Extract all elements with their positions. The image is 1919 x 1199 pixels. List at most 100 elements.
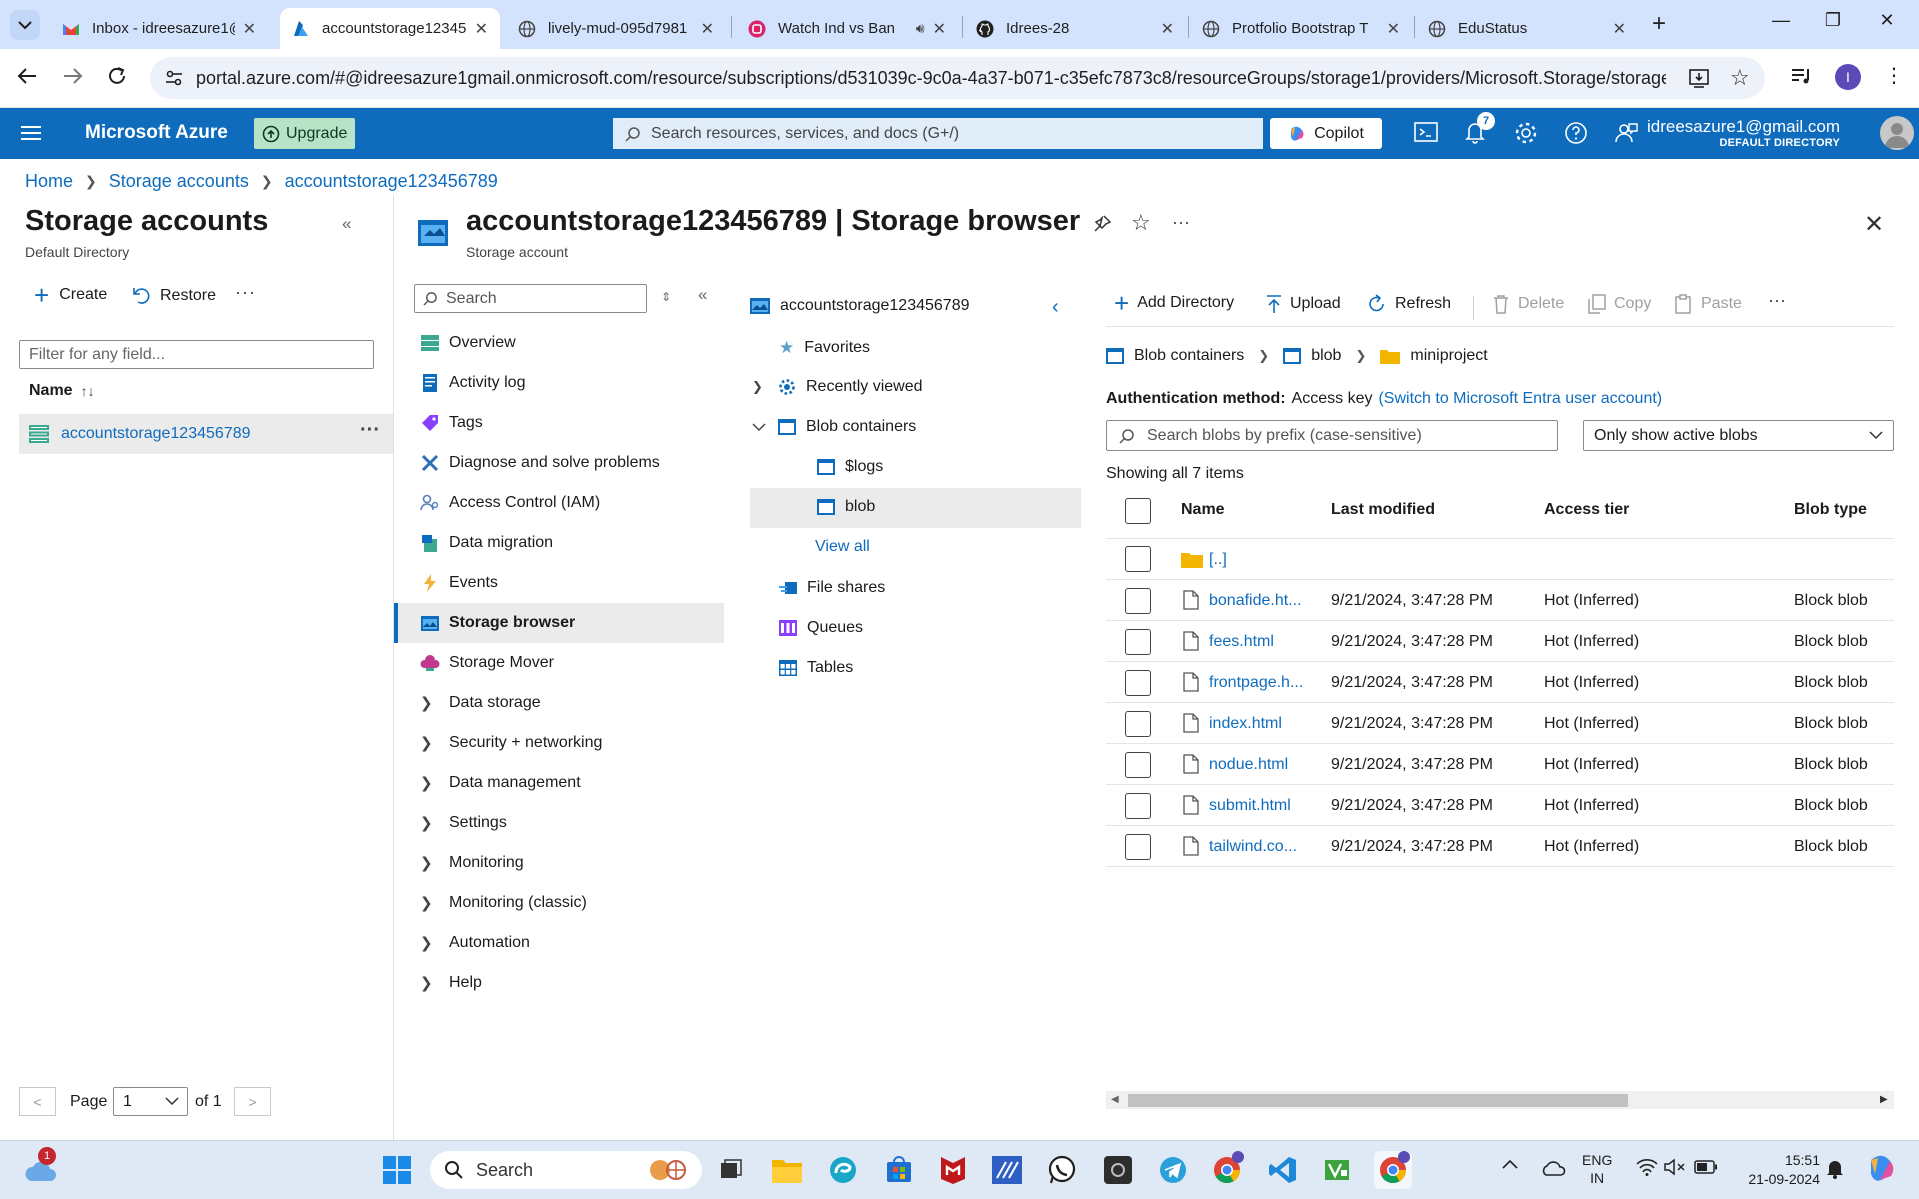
upgrade-button[interactable]: Upgrade xyxy=(254,118,356,149)
collapse-menu-icon[interactable]: « xyxy=(698,285,707,305)
blob-name-link[interactable]: submit.html xyxy=(1209,797,1291,815)
weather-icon[interactable]: 1 xyxy=(22,1147,60,1189)
column-last-modified[interactable]: Last modified xyxy=(1331,501,1435,519)
task-view-icon[interactable] xyxy=(712,1151,750,1189)
browser-tab[interactable]: Idrees-28 ✕ xyxy=(964,8,1186,49)
list-item-label[interactable]: accountstorage123456789 xyxy=(61,425,251,443)
chrome-icon[interactable] xyxy=(1208,1151,1246,1189)
row-checkbox[interactable] xyxy=(1125,711,1151,737)
audio-icon[interactable]: 🔊︎ xyxy=(916,20,925,37)
menu-item-data-migration[interactable]: Data migration xyxy=(394,523,724,563)
row-checkbox[interactable] xyxy=(1125,752,1151,778)
row-checkbox[interactable] xyxy=(1125,546,1151,572)
more-options-icon[interactable]: ··· xyxy=(1172,212,1190,233)
azure-brand[interactable]: Microsoft Azure xyxy=(85,122,228,144)
row-more-icon[interactable]: ··· xyxy=(360,419,380,442)
breadcrumb-account[interactable]: accountstorage123456789 xyxy=(285,171,498,192)
chrome-active-icon[interactable] xyxy=(1374,1151,1412,1189)
parent-folder-link[interactable]: [..] xyxy=(1209,551,1227,569)
math-app-icon[interactable] xyxy=(988,1151,1026,1189)
notifications-bell-icon[interactable]: 7 xyxy=(1463,112,1495,148)
telegram-icon[interactable] xyxy=(1154,1151,1192,1189)
menu-search-input[interactable]: Search xyxy=(414,284,647,313)
paste-button[interactable]: Paste xyxy=(1675,294,1742,314)
prev-page-button[interactable]: < xyxy=(19,1087,56,1116)
close-icon[interactable]: ✕ xyxy=(243,19,256,39)
browser-tab[interactable]: Protfolio Bootstrap T ✕ xyxy=(1190,8,1412,49)
browser-tab[interactable]: Watch Ind vs Ban 🔊︎ ✕ xyxy=(736,8,958,49)
tree-recently-viewed[interactable]: ❯ Recently viewed xyxy=(752,378,923,396)
blob-name-link[interactable]: bonafide.ht... xyxy=(1209,592,1302,610)
blob-name-link[interactable]: index.html xyxy=(1209,715,1282,733)
browser-menu-icon[interactable]: ⋮ xyxy=(1884,63,1904,88)
start-button[interactable] xyxy=(378,1151,416,1189)
column-access-tier[interactable]: Access tier xyxy=(1544,501,1629,519)
global-search-input[interactable]: Search resources, services, and docs (G+… xyxy=(613,118,1263,149)
table-row[interactable]: submit.html 9/21/2024, 3:47:28 PM Hot (I… xyxy=(1106,785,1894,826)
more-options-icon[interactable]: ··· xyxy=(235,282,256,303)
table-row-parent[interactable]: [..] xyxy=(1106,539,1894,580)
table-row[interactable]: fees.html 9/21/2024, 3:47:28 PM Hot (Inf… xyxy=(1106,621,1894,662)
blob-filter-select[interactable]: Only show active blobs xyxy=(1583,420,1894,451)
onedrive-icon[interactable] xyxy=(1540,1159,1566,1177)
user-avatar[interactable] xyxy=(1880,116,1914,150)
row-checkbox[interactable] xyxy=(1125,793,1151,819)
tree-blob-containers[interactable]: Blob containers xyxy=(752,418,916,436)
show-hidden-icons[interactable] xyxy=(1502,1159,1518,1169)
close-icon[interactable]: ✕ xyxy=(475,19,488,39)
blob-name-link[interactable]: nodue.html xyxy=(1209,756,1288,774)
row-checkbox[interactable] xyxy=(1125,834,1151,860)
next-page-button[interactable]: > xyxy=(234,1087,271,1116)
breadcrumb-storage-accounts[interactable]: Storage accounts xyxy=(109,171,249,192)
address-bar[interactable]: portal.azure.com/#@idreesazure1gmail.onm… xyxy=(150,57,1765,99)
table-row[interactable]: tailwind.co... 9/21/2024, 3:47:28 PM Hot… xyxy=(1106,826,1894,867)
table-row[interactable]: index.html 9/21/2024, 3:47:28 PM Hot (In… xyxy=(1106,703,1894,744)
list-item[interactable]: accountstorage123456789 ··· xyxy=(19,414,393,454)
language-indicator[interactable]: ENG IN xyxy=(1582,1151,1612,1187)
edge-icon[interactable] xyxy=(824,1151,862,1189)
table-row[interactable]: nodue.html 9/21/2024, 3:47:28 PM Hot (In… xyxy=(1106,744,1894,785)
browser-tab[interactable]: EduStatus ✕ xyxy=(1416,8,1638,49)
copilot-taskbar-icon[interactable] xyxy=(1866,1153,1898,1185)
breadcrumb-home[interactable]: Home xyxy=(25,171,73,192)
url-text[interactable]: portal.azure.com/#@idreesazure1gmail.onm… xyxy=(196,68,1666,89)
close-icon[interactable]: ✕ xyxy=(1387,19,1400,39)
reload-icon[interactable] xyxy=(106,65,128,87)
close-icon[interactable]: ✕ xyxy=(1613,19,1626,39)
upload-button[interactable]: Upload xyxy=(1266,294,1341,314)
tree-root[interactable]: accountstorage123456789 xyxy=(750,297,970,315)
media-control-icon[interactable] xyxy=(1790,65,1814,87)
menu-group-data-storage[interactable]: ❯ Data storage xyxy=(394,683,724,723)
create-button[interactable]: + Create xyxy=(34,282,107,308)
settings-gear-icon[interactable] xyxy=(1513,120,1541,148)
table-row[interactable]: frontpage.h... 9/21/2024, 3:47:28 PM Hot… xyxy=(1106,662,1894,703)
menu-item-storage-mover[interactable]: Storage Mover xyxy=(394,643,724,683)
restore-button[interactable]: Restore xyxy=(132,286,216,306)
store-icon[interactable] xyxy=(880,1151,918,1189)
menu-group-help[interactable]: ❯ Help xyxy=(394,963,724,1003)
tree-queues[interactable]: Queues xyxy=(779,619,863,637)
blob-name-link[interactable]: tailwind.co... xyxy=(1209,838,1297,856)
row-checkbox[interactable] xyxy=(1125,670,1151,696)
name-column-header[interactable]: Name ↑↓ xyxy=(29,382,95,400)
path-blob-containers[interactable]: Blob containers xyxy=(1134,347,1244,365)
site-info-icon[interactable] xyxy=(164,68,184,88)
clock[interactable]: 15:51 21-09-2024 xyxy=(1732,1151,1820,1189)
wifi-icon[interactable] xyxy=(1636,1158,1658,1176)
table-row[interactable]: bonafide.ht... 9/21/2024, 3:47:28 PM Hot… xyxy=(1106,580,1894,621)
column-name[interactable]: Name xyxy=(1181,501,1225,519)
tree-container-logs[interactable]: $logs xyxy=(817,458,883,476)
menu-item-overview[interactable]: Overview xyxy=(394,323,724,363)
file-explorer-icon[interactable] xyxy=(768,1151,806,1189)
tree-container-blob[interactable]: blob xyxy=(817,498,875,516)
back-icon[interactable] xyxy=(16,65,38,87)
hamburger-icon[interactable] xyxy=(20,124,42,142)
menu-item-activity-log[interactable]: Activity log xyxy=(394,363,724,403)
cloud-shell-icon[interactable] xyxy=(1413,120,1441,148)
restore-window-icon[interactable]: ❐ xyxy=(1818,10,1848,40)
taskbar-search[interactable]: Search xyxy=(430,1151,702,1189)
path-blob[interactable]: blob xyxy=(1311,347,1341,365)
menu-item-tags[interactable]: Tags xyxy=(394,403,724,443)
profile-avatar[interactable]: I xyxy=(1835,64,1861,90)
refresh-button[interactable]: Refresh xyxy=(1367,294,1451,314)
